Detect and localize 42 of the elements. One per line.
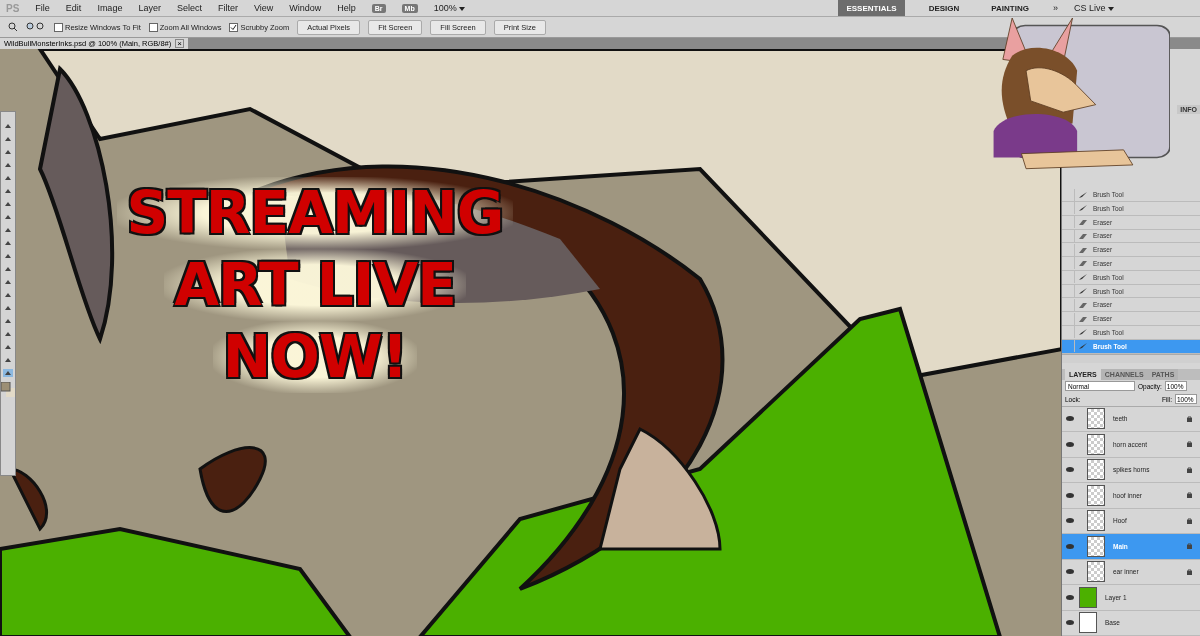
zoom-level-dropdown[interactable]: 100% [433,3,466,13]
search-icon[interactable] [8,22,18,32]
eye-icon[interactable] [1066,492,1074,498]
caret-icon [1108,7,1114,11]
menu-item[interactable]: File [35,3,50,13]
eye-icon[interactable] [1066,467,1074,473]
close-button[interactable]: × [175,39,184,48]
menu-item[interactable]: Filter [217,3,238,13]
layer-thumbnail [1087,408,1105,430]
menu-item[interactable]: Edit [65,3,82,13]
menu-item[interactable]: Window [289,3,322,13]
layer-thumbnail [1087,459,1105,481]
workspace-button[interactable]: PAINTING [983,0,1037,16]
workspace-button[interactable]: ESSENTIALS [838,0,905,16]
app-logo: PS [6,2,20,14]
menu-item[interactable]: Select [176,3,202,13]
menu-item[interactable]: Layer [138,3,161,13]
layer-thumbnail [1087,433,1105,455]
eye-icon[interactable] [1066,441,1074,447]
more-workspaces-button[interactable]: » [1052,3,1058,13]
stream-title: ART LIVE [164,249,466,321]
zoom-in-icon[interactable] [26,22,46,32]
color-swatches-icon[interactable] [1,382,15,398]
cs-live-button[interactable]: CS Live [1073,3,1114,13]
workspace-button[interactable]: DESIGN [920,0,968,16]
eye-icon[interactable] [1066,518,1074,524]
caret-icon [459,7,466,11]
menu-item[interactable]: View [253,3,274,13]
checkmark-icon [230,23,238,31]
eye-icon[interactable] [1066,594,1074,600]
eye-icon[interactable] [1066,416,1074,422]
eye-icon[interactable] [1066,620,1074,626]
eye-icon[interactable] [1066,543,1074,549]
stream-title: STREAMING [116,177,514,249]
layer-thumbnail [1087,561,1105,583]
menu-item[interactable]: Help [337,3,356,13]
layer-thumbnail [1087,484,1105,506]
stream-title: NOW! [212,321,418,393]
layer-thumbnail [1087,535,1105,557]
eye-icon[interactable] [1066,569,1074,575]
menu-item[interactable]: Image [97,3,123,13]
layer-thumbnail [1087,510,1105,532]
